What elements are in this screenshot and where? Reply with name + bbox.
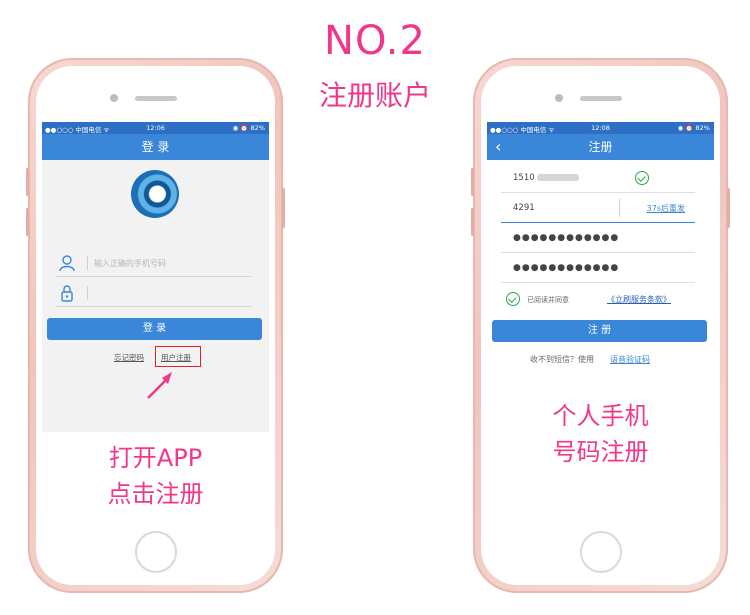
front-camera — [109, 94, 118, 102]
register-form: 1510 4291 37s后重发 ●●●●●●●●●●●● ●●●●●●●●●●… — [487, 160, 714, 524]
volume-button — [26, 168, 29, 196]
caption-line-1: 个人手机 — [552, 402, 649, 430]
password-field[interactable]: ●●●●●●●●●●●● — [501, 224, 695, 253]
power-button — [727, 188, 730, 228]
nav-bar: ‹ 注册 — [487, 134, 714, 160]
speaker — [579, 96, 622, 101]
phone-field[interactable]: 输入正确的手机号码 — [56, 252, 252, 277]
speaker — [134, 96, 177, 101]
masked-digits — [536, 174, 579, 181]
caption-line-1: 打开APP — [108, 444, 203, 472]
no-sms-text: 收不到短信？使用 — [530, 355, 594, 364]
agree-checkbox-icon[interactable] — [506, 292, 520, 306]
forgot-password-link[interactable]: 忘记密码 — [114, 352, 144, 363]
agree-text: 已阅读并同意 — [527, 296, 569, 304]
confirm-password-field[interactable]: ●●●●●●●●●●●● — [501, 254, 695, 283]
confirm-password-value: ●●●●●●●●●●●● — [513, 263, 620, 273]
register-link[interactable]: 用户注册 — [161, 352, 191, 363]
field-divider — [87, 286, 88, 300]
login-button[interactable]: 登 录 — [47, 318, 262, 340]
field-divider — [619, 199, 620, 217]
home-button[interactable] — [134, 531, 177, 573]
voice-code-link[interactable]: 语音验证码 — [610, 354, 650, 365]
resend-code-link[interactable]: 37s后重发 — [647, 203, 685, 214]
phone-field[interactable]: 1510 — [501, 164, 695, 193]
terms-link[interactable]: 《立刷服务条款》 — [607, 294, 671, 305]
volume-button — [471, 208, 474, 236]
caption-line-2: 点击注册 — [107, 480, 204, 508]
volume-button — [471, 168, 474, 196]
lock-icon — [61, 285, 73, 302]
phone-placeholder: 输入正确的手机号码 — [94, 259, 166, 268]
status-bar: ●●○○○ 中国电信 ᯤ 12:08 ◉ ⏰ 82% — [487, 122, 714, 134]
right-phone: ●●○○○ 中国电信 ᯤ 12:08 ◉ ⏰ 82% ‹ 注册 1510 429… — [471, 58, 730, 593]
check-icon — [635, 171, 649, 185]
code-field[interactable]: 4291 37s后重发 — [501, 194, 695, 223]
home-button[interactable] — [579, 531, 622, 573]
register-screen: ●●○○○ 中国电信 ᯤ 12:08 ◉ ⏰ 82% ‹ 注册 1510 429… — [487, 122, 714, 524]
nav-bar: 登 录 — [42, 134, 269, 160]
phone-value-text: 1510 — [513, 173, 535, 183]
login-screen: ●●○○○ 中国电信 ᯤ 12:06 ◉ ⏰ 82% 登 录 输入正确的手机号码… — [42, 122, 269, 524]
register-button[interactable]: 注 册 — [492, 320, 707, 342]
nav-title: 注册 — [588, 140, 613, 154]
volume-button — [26, 208, 29, 236]
status-bar: ●●○○○ 中国电信 ᯤ 12:06 ◉ ⏰ 82% — [42, 122, 269, 134]
battery-label: ◉ ⏰ 82% — [677, 124, 710, 132]
field-divider — [87, 256, 88, 270]
password-value: ●●●●●●●●●●●● — [513, 233, 620, 243]
caption-line-2: 号码注册 — [552, 438, 649, 466]
left-phone: ●●○○○ 中国电信 ᯤ 12:06 ◉ ⏰ 82% 登 录 输入正确的手机号码… — [26, 58, 285, 593]
nav-title: 登 录 — [141, 140, 170, 154]
front-camera — [554, 94, 563, 102]
back-icon[interactable]: ‹ — [495, 134, 501, 160]
battery-label: ◉ ⏰ 82% — [232, 124, 265, 132]
password-field[interactable] — [56, 282, 252, 307]
power-button — [282, 188, 285, 228]
app-logo — [131, 170, 179, 218]
pointer-arrow — [147, 372, 172, 399]
code-value: 4291 — [513, 203, 535, 213]
phone-value: 1510 — [513, 173, 579, 183]
user-icon — [59, 255, 75, 272]
